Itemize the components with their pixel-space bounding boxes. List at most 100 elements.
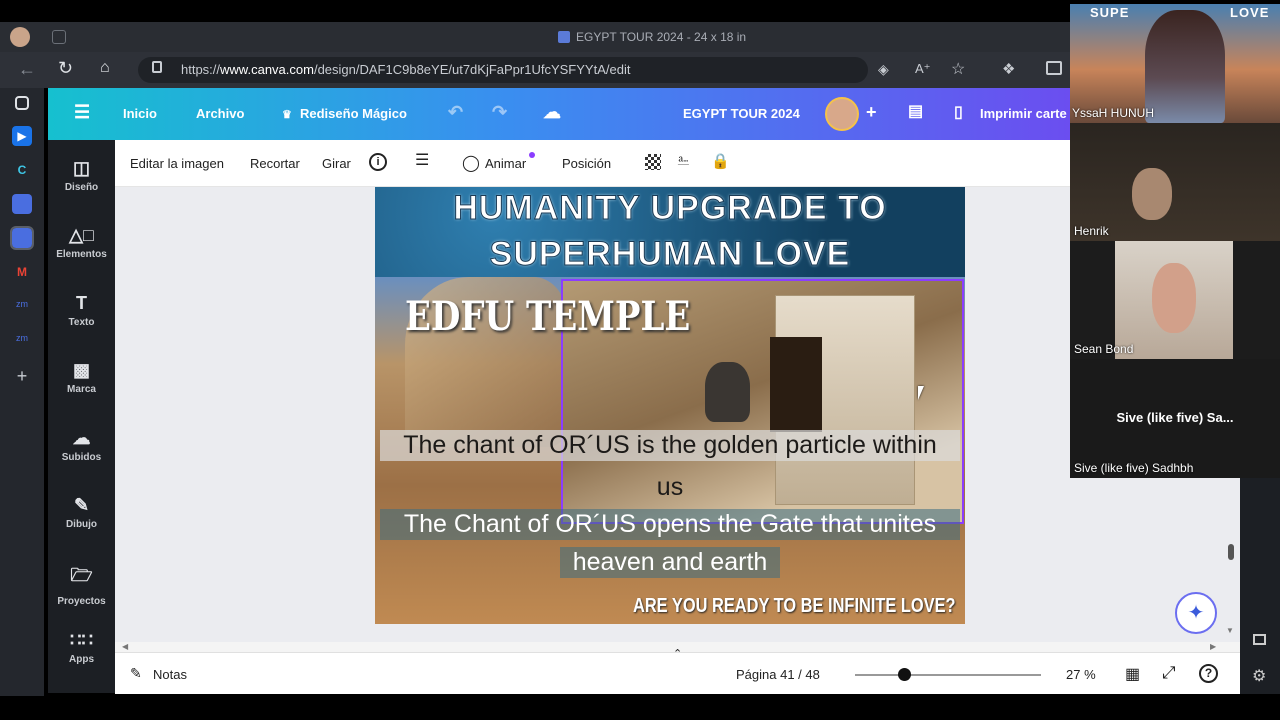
grid-view-icon[interactable]: ▦ [1125, 664, 1140, 684]
gmail-icon[interactable]: M [12, 262, 32, 282]
read-aloud-icon[interactable]: A⁺ [915, 61, 931, 77]
video-tile-yssah[interactable]: SUPE LOVE YssaH HUNUH [1070, 4, 1280, 123]
vertical-scrollbar-thumb[interactable] [1228, 544, 1234, 560]
edfu-temple-title[interactable]: EDFU TEMPLE [405, 293, 690, 340]
magic-crown-icon: ♛ [282, 109, 292, 121]
menu-magic-redesign[interactable]: Rediseño Mágico [300, 106, 407, 121]
zoom-link-icon[interactable]: zm [12, 294, 32, 314]
cloud-saved-icon[interactable]: ☁ [543, 102, 561, 123]
video-tile-henrik[interactable]: Henrik [1070, 123, 1280, 241]
zoom-tab-icon[interactable] [12, 194, 32, 214]
rail-item-apps[interactable]: ∷∷ Apps [48, 630, 115, 665]
rail-item-elements[interactable]: △□ Elementos [48, 225, 115, 260]
tab-favicon-icon [558, 31, 570, 43]
hamburger-menu-icon[interactable]: ☰ [74, 102, 90, 123]
video-tile-sean[interactable]: Sean Bond [1070, 241, 1280, 359]
video-app-icon[interactable]: ▶ [12, 126, 32, 146]
magic-assistant-button[interactable]: ✦ [1175, 592, 1217, 634]
scroll-right-arrow-icon[interactable]: ▶ [1210, 642, 1216, 651]
crop-button[interactable]: Recortar [250, 156, 300, 171]
zoom-level[interactable]: 27 % [1066, 667, 1096, 682]
insights-chart-icon[interactable]: ▤ [908, 101, 923, 121]
redo-icon[interactable]: ↷ [492, 102, 507, 123]
sidebar-toggle-icon[interactable] [1253, 634, 1266, 645]
rail-item-text[interactable]: T Texto [48, 293, 115, 328]
rail-item-draw[interactable]: ✎ Dibujo [48, 495, 115, 530]
lock-icon[interactable] [152, 61, 162, 73]
browser-titlebar: EGYPT TOUR 2024 - 24 x 18 in [0, 22, 1070, 52]
line-weight-icon[interactable]: ☰ [415, 153, 429, 169]
chant-text-2-line-a[interactable]: The Chant of OR´US opens the Gate that u… [380, 509, 960, 540]
rail-item-uploads[interactable]: ☁ Subidos [48, 428, 115, 463]
design-page[interactable]: HUMANITY UPGRADE TO SUPERHUMAN LOVE EDFU… [375, 187, 965, 624]
edge-sidebar: ▶ C M zm zm + [0, 88, 44, 696]
participant-placeholder-name: Sive (like five) Sa... [1116, 410, 1234, 425]
zoom-active-tab-icon[interactable] [10, 226, 34, 250]
position-button[interactable]: Posición [562, 156, 611, 171]
fullscreen-icon[interactable]: ⤢ [1162, 663, 1176, 683]
project-title[interactable]: EGYPT TOUR 2024 [683, 106, 800, 121]
menu-file[interactable]: Archivo [196, 106, 244, 121]
settings-gear-icon[interactable]: ⚙ [1252, 666, 1266, 686]
new-dot-badge [529, 152, 535, 158]
zoom-slider-handle[interactable] [898, 668, 911, 681]
extension-tag-icon[interactable]: ◈ [878, 61, 889, 78]
participant-video-yssah [1145, 10, 1225, 123]
notes-icon[interactable]: ✎ [130, 665, 142, 682]
menu-home[interactable]: Inicio [123, 106, 157, 121]
print-icon[interactable]: ▯ [954, 102, 963, 122]
workspaces-icon[interactable] [52, 30, 66, 44]
split-screen-icon[interactable] [1046, 61, 1062, 75]
scroll-left-arrow-icon[interactable]: ◀ [122, 642, 128, 651]
collaborator-avatar[interactable] [825, 97, 859, 131]
undo-icon[interactable]: ↶ [448, 102, 463, 123]
info-icon[interactable]: i [369, 153, 387, 171]
url-prefix: https:// [181, 62, 221, 77]
flip-button[interactable]: Girar [322, 156, 351, 171]
zoom-slider-track[interactable] [855, 674, 1041, 676]
address-bar[interactable]: https://www.canva.com/design/DAF1C9b8eYE… [138, 57, 868, 83]
profile-avatar[interactable] [10, 27, 30, 47]
rail-label: Apps [69, 654, 94, 665]
back-icon[interactable]: ← [18, 59, 36, 80]
rail-item-design[interactable]: ◫ Diseño [48, 158, 115, 193]
rail-label: Subidos [61, 452, 102, 463]
chant-text-1-line-a[interactable]: The chant of OR´US is the golden particl… [380, 430, 960, 461]
print-button[interactable]: Imprimir carte [980, 106, 1067, 121]
edit-image-button[interactable]: Editar la imagen [130, 156, 224, 171]
refresh-icon[interactable]: ↻ [58, 58, 73, 79]
notes-button[interactable]: Notas [153, 667, 187, 682]
chant-text-1-line-b[interactable]: us [375, 473, 965, 502]
extensions-icon[interactable]: ❖ [1002, 60, 1015, 78]
animate-icon[interactable]: ◯ [462, 153, 480, 173]
favorite-star-icon[interactable]: ☆ [951, 59, 965, 79]
lock-position-icon[interactable]: 🔒 [711, 152, 730, 170]
headline-line-1[interactable]: HUMANITY UPGRADE TO [375, 189, 965, 228]
participant-name: Henrik [1074, 224, 1109, 238]
expand-pages-chevron-icon[interactable]: ⌃ [673, 647, 682, 660]
window-title: EGYPT TOUR 2024 - 24 x 18 in [576, 30, 747, 44]
canva-tab-icon[interactable]: C [12, 160, 32, 180]
page-indicator[interactable]: Página 41 / 48 [736, 667, 820, 682]
context-toolbar: Editar la imagen Recortar Girar i ☰ ◯ An… [115, 140, 1070, 187]
rail-item-projects[interactable]: 🗁 Proyectos [48, 563, 115, 607]
tab-actions-icon[interactable] [15, 96, 29, 110]
scroll-down-arrow-icon[interactable]: ▼ [1226, 626, 1234, 635]
add-tab-icon[interactable]: + [12, 366, 32, 386]
banner-text-right: LOVE [1230, 5, 1270, 20]
transparency-icon[interactable] [645, 154, 661, 170]
headline-line-2[interactable]: SUPERHUMAN LOVE [375, 235, 965, 274]
paint-roller-icon[interactable]: ⎁ [677, 152, 690, 170]
zoom-link-icon-2[interactable]: zm [12, 328, 32, 348]
video-tile-sive[interactable]: Sive (like five) Sa... Sive (like five) … [1070, 359, 1280, 478]
home-icon[interactable]: ⌂ [100, 59, 110, 77]
participant-name: YssaH HUNUH [1072, 106, 1155, 120]
animate-button[interactable]: Animar [485, 156, 526, 171]
participant-name: Sive (like five) Sadhbh [1074, 461, 1194, 475]
question-text[interactable]: ARE YOU READY TO BE INFINITE LOVE? [633, 595, 956, 618]
brand-icon: ▩ [72, 360, 90, 380]
rail-item-brand[interactable]: ▩ Marca [48, 360, 115, 395]
add-collaborator-icon[interactable]: + [866, 102, 877, 123]
chant-text-2-line-b[interactable]: heaven and earth [560, 547, 780, 578]
help-icon[interactable]: ? [1199, 664, 1218, 683]
